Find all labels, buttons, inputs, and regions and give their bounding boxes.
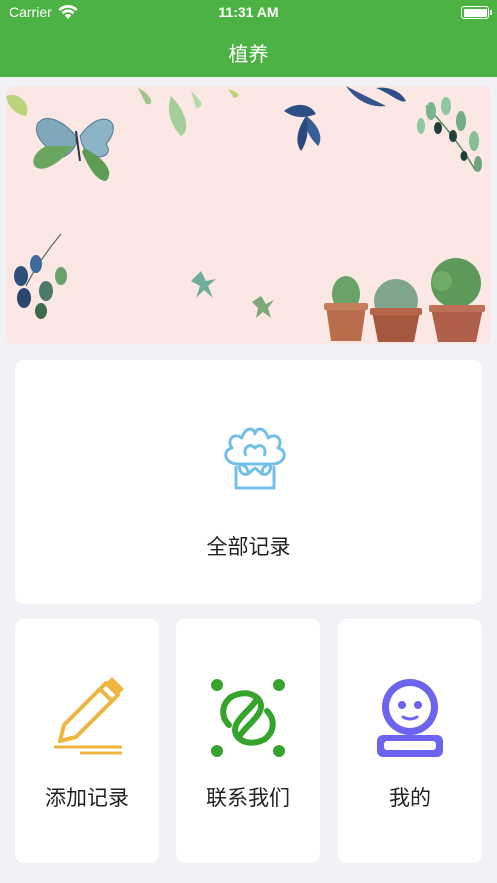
add-record-label: 添加记录 — [45, 786, 129, 810]
mine-label: 我的 — [389, 786, 431, 810]
add-record-card[interactable]: 添加记录 — [15, 619, 159, 863]
page-title: 植养 — [228, 42, 269, 66]
contact-us-label: 联系我们 — [206, 786, 290, 810]
user-icon — [377, 679, 443, 757]
clock: 11:31 AM — [218, 4, 279, 20]
plant-pot-icon — [224, 427, 286, 490]
banner-image — [6, 86, 491, 344]
navigation-bar: Carrier 11:31 AM 植养 — [0, 0, 497, 77]
contact-us-card[interactable]: 联系我们 — [176, 619, 320, 863]
battery-icon — [461, 6, 492, 19]
all-records-card[interactable]: 全部记录 — [15, 360, 482, 604]
mine-card[interactable]: 我的 — [338, 619, 482, 863]
status-bar: Carrier 11:31 AM — [0, 0, 497, 26]
pencil-icon — [54, 677, 124, 755]
all-records-label: 全部记录 — [206, 535, 291, 559]
link-icon — [211, 679, 285, 757]
